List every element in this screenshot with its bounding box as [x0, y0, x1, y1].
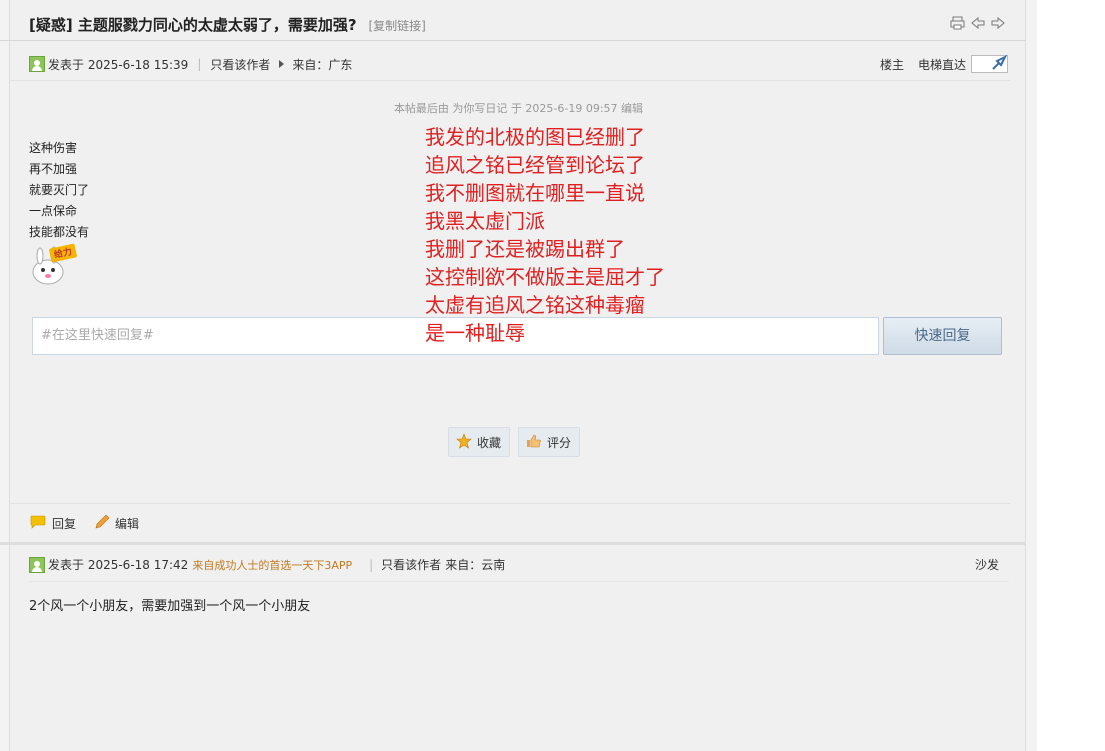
reply-link[interactable]: 回复 — [52, 515, 76, 532]
overlay-annotation: 我发的北极的图已经删了 追风之铭已经管到论坛了 我不删图就在哪里一直说 我黑太虚… — [425, 123, 665, 347]
jump-icon[interactable] — [991, 54, 1008, 74]
overlay-line: 是一种耻辱 — [425, 321, 525, 345]
divider — [10, 80, 1010, 81]
overlay-line: 追风之铭已经管到论坛了 — [425, 153, 645, 177]
overlay-line: 我不删图就在哪里一直说 — [425, 181, 645, 205]
rate-button[interactable]: 评分 — [518, 427, 581, 457]
online-status-icon — [29, 56, 45, 72]
online-status-icon — [29, 556, 45, 573]
copy-link[interactable]: [复制链接] — [368, 19, 425, 33]
separator: | — [197, 57, 202, 71]
post-line: 一点保命 — [29, 204, 78, 218]
divider — [0, 40, 1025, 41]
divider — [29, 581, 1009, 582]
floor-label: 沙发 — [975, 558, 1000, 572]
post-meta: 发表于 2025-6-18 15:39 | 只看该作者 来自：广东 — [29, 55, 352, 73]
post-line: 就要灭门了 — [29, 183, 90, 197]
thread-nav-icons — [950, 16, 1005, 30]
quick-reply-button[interactable]: 快速回复 — [883, 317, 1002, 355]
floor-label: 楼主 — [879, 57, 904, 72]
star-icon — [456, 432, 472, 452]
post-divider — [0, 542, 1025, 545]
page-gutter — [1037, 0, 1105, 751]
post-body: 这种伤害 再不加强 就要灭门了 一点保命 技能都没有 — [29, 138, 89, 243]
overlay-line: 我删了还是被踢出群了 — [425, 237, 625, 261]
thread-title: [疑惑] 主题服戮力同心的太虚太弱了，需要加强? — [29, 16, 357, 34]
elevator-label: 电梯直达 — [917, 57, 966, 72]
favorite-button[interactable]: 收藏 — [448, 427, 511, 457]
divider — [10, 503, 1010, 504]
rabbit-sticker-icon: 给力 — [30, 240, 80, 289]
pencil-icon — [94, 514, 110, 533]
post-actions: 回复 编辑 — [30, 514, 139, 533]
edit-note: 本帖最后由 为你写日记 于 2025-6-19 09:57 编辑 — [393, 102, 644, 115]
post-time: 发表于 2025-6-18 17:42 — [48, 558, 189, 572]
post-location: 来自：云南 — [445, 558, 506, 572]
thread-title-row: [疑惑] 主题服戮力同心的太虚太弱了，需要加强? [复制链接] — [29, 14, 1009, 38]
post-body: 2个风一个小朋友，需要加强到一个风一个小朋友 — [29, 599, 311, 614]
overlay-line: 我黑太虚门派 — [425, 209, 545, 233]
floor-info: 楼主 电梯直达 — [880, 55, 1008, 73]
caret-right-icon — [279, 60, 285, 68]
edit-link[interactable]: 编辑 — [115, 515, 139, 532]
overlay-line: 这控制欲不做版主是屈才了 — [425, 265, 665, 289]
previous-thread-icon[interactable] — [971, 16, 985, 30]
reply-icon — [30, 515, 46, 532]
post-location: 来自：广东 — [292, 57, 353, 72]
post-meta: 发表于 2025-6-18 17:42 来自成功人士的首选一天下3APP | 只… — [29, 556, 505, 573]
post-time: 发表于 2025-6-18 15:39 — [48, 57, 189, 72]
next-thread-icon[interactable] — [991, 16, 1005, 30]
source-link[interactable]: 来自成功人士的首选一天下3APP — [192, 557, 352, 573]
overlay-line: 太虚有追风之铭这种毒瘤 — [425, 293, 645, 317]
overlay-line: 我发的北极的图已经删了 — [425, 125, 645, 149]
only-author-link[interactable]: 只看该作者 — [210, 56, 270, 73]
print-icon[interactable] — [950, 16, 965, 30]
rate-label: 评分 — [547, 435, 572, 450]
post-line: 这种伤害 — [29, 141, 78, 155]
post-line: 再不加强 — [29, 162, 78, 176]
only-author-link[interactable]: 只看该作者 — [381, 556, 441, 573]
thumbs-up-icon — [526, 433, 542, 452]
separator: | — [369, 557, 374, 572]
favorite-label: 收藏 — [477, 435, 502, 450]
